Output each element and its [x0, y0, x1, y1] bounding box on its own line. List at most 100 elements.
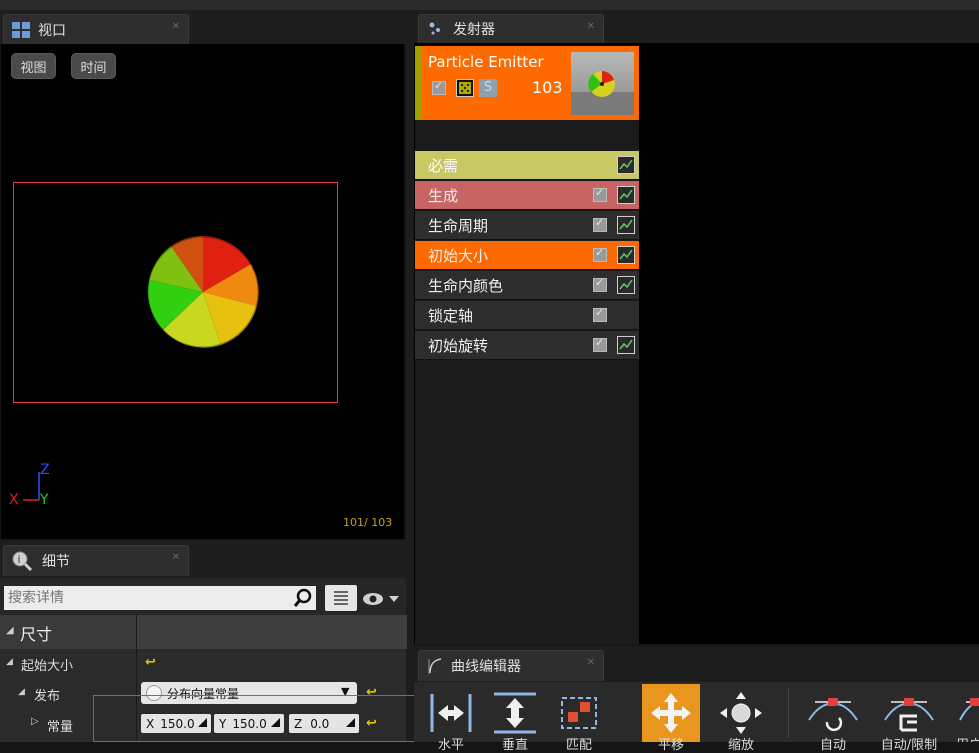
- expand-arrow-icon[interactable]: ▷: [31, 716, 39, 727]
- curve-graph-icon[interactable]: [617, 336, 635, 354]
- emitter-name: Particle Emitter: [428, 53, 544, 71]
- grid-view-button[interactable]: [325, 585, 357, 611]
- highlight-box: [93, 695, 418, 742]
- constant-label: 常量: [47, 720, 74, 735]
- pan-label: 平移: [657, 738, 684, 753]
- fit-label: 匹配: [565, 738, 592, 753]
- emitter-icon: [427, 21, 443, 37]
- fit-vertical-icon: [494, 692, 536, 734]
- particle-count: 101/ 103: [343, 516, 393, 529]
- fit-vertical-label: 垂直: [501, 738, 528, 753]
- emitter-side-bar: [415, 46, 421, 120]
- zoom-label: 缩放: [727, 738, 754, 753]
- close-icon[interactable]: ✕: [172, 21, 180, 32]
- module-label: 生命周期: [428, 216, 489, 235]
- module-row-initial-size[interactable]: 初始大小: [415, 241, 639, 270]
- splitter[interactable]: [406, 10, 414, 742]
- emitter-thumbnail: [571, 52, 634, 115]
- module-enabled-checkbox[interactable]: [593, 336, 607, 352]
- module-label: 锁定轴: [428, 306, 474, 325]
- auto-clamped-tangent-icon: [884, 698, 934, 732]
- collapse-arrow-icon[interactable]: ◢: [18, 687, 25, 697]
- viewport-icon: [12, 21, 30, 38]
- time-button[interactable]: 时间: [71, 53, 116, 79]
- view-button[interactable]: 视图: [11, 53, 56, 79]
- collapse-arrow-icon[interactable]: ◢: [6, 657, 13, 667]
- emitter-header[interactable]: Particle Emitter S 103: [415, 46, 639, 120]
- module-row-lifetime[interactable]: 生命周期: [415, 211, 639, 240]
- curve-graph-icon[interactable]: [617, 186, 635, 204]
- user-tangent-label: 用户: [956, 734, 979, 742]
- zoom-button[interactable]: 缩放: [712, 684, 770, 753]
- fit-horizontal-icon: [430, 694, 472, 732]
- module-enabled-checkbox[interactable]: [593, 306, 607, 322]
- module-enabled-checkbox[interactable]: [593, 276, 607, 292]
- fit-vertical-button[interactable]: 垂直: [486, 684, 544, 753]
- curve-graph-icon[interactable]: [617, 216, 635, 234]
- pan-icon: [651, 693, 691, 733]
- fit-horizontal-label: 水平: [437, 738, 464, 753]
- axis-z-label: Z: [40, 462, 50, 478]
- module-label: 生命内颜色: [428, 276, 504, 295]
- module-enabled-checkbox[interactable]: [593, 186, 607, 202]
- tab-viewport-label: 视口: [38, 22, 66, 39]
- curve-graph-icon[interactable]: [617, 156, 635, 174]
- tab-details-label: 细节: [42, 554, 70, 570]
- tab-emitters[interactable]: 发射器 ✕: [418, 14, 604, 43]
- axis-x-label: X: [9, 492, 19, 508]
- svg-text:i: i: [18, 553, 21, 566]
- user-tangent-button[interactable]: 用户: [956, 684, 979, 742]
- render-mode-icon[interactable]: [456, 79, 474, 97]
- curve-graph-icon[interactable]: [617, 246, 635, 264]
- user-tangent-icon: [959, 698, 979, 721]
- fit-button[interactable]: 匹配: [550, 684, 608, 753]
- category-title: 尺寸: [20, 625, 53, 644]
- particle-sprite: [145, 234, 261, 350]
- module-row-required[interactable]: 必需: [415, 151, 639, 180]
- close-icon[interactable]: ✕: [587, 21, 595, 32]
- tab-viewport[interactable]: 视口 ✕: [3, 14, 189, 44]
- reset-default-icon[interactable]: ↩: [145, 655, 156, 670]
- tab-emitters-label: 发射器: [453, 22, 495, 38]
- module-row-initial-rotation[interactable]: 初始旋转: [415, 331, 639, 360]
- module-label: 初始旋转: [428, 336, 489, 355]
- pan-button[interactable]: 平移: [642, 684, 700, 753]
- module-row-color-over-life[interactable]: 生命内颜色: [415, 271, 639, 300]
- collapse-arrow-icon[interactable]: ◢: [6, 625, 14, 636]
- emitter-enabled-checkbox[interactable]: [432, 79, 446, 95]
- category-value-column: [136, 615, 407, 649]
- auto-tangent-label: 自动: [819, 738, 846, 753]
- search-input[interactable]: [4, 586, 316, 610]
- tab-curve-editor-label: 曲线编辑器: [451, 659, 521, 675]
- module-enabled-checkbox[interactable]: [593, 246, 607, 262]
- tab-curve-editor[interactable]: 曲线编辑器 ✕: [418, 650, 604, 681]
- tab-details[interactable]: i 细节 ✕: [3, 545, 189, 576]
- module-enabled-checkbox[interactable]: [593, 216, 607, 232]
- eye-icon[interactable]: [362, 590, 402, 612]
- distribution-label: 发布: [34, 689, 61, 704]
- start-size-label: 起始大小: [21, 659, 74, 674]
- fit-icon: [561, 697, 597, 729]
- module-label: 必需: [428, 156, 459, 175]
- auto-clamped-tangent-label: 自动/限制: [880, 738, 938, 753]
- module-row-lock-axis[interactable]: 锁定轴: [415, 301, 639, 330]
- module-label: 生成: [428, 186, 459, 205]
- toolbar-separator: [788, 688, 789, 738]
- close-icon[interactable]: ✕: [587, 657, 595, 668]
- axis-y-label: Y: [40, 492, 49, 508]
- search-icon[interactable]: [292, 587, 314, 613]
- auto-tangent-button[interactable]: 自动: [804, 684, 862, 753]
- curve-graph-icon[interactable]: [617, 276, 635, 294]
- module-label: 初始大小: [428, 246, 489, 265]
- close-icon[interactable]: ✕: [172, 552, 180, 563]
- solo-button[interactable]: S: [479, 79, 497, 97]
- fit-horizontal-button[interactable]: 水平: [422, 684, 480, 753]
- curve-icon: [427, 657, 443, 675]
- auto-tangent-icon: [808, 698, 858, 732]
- auto-clamped-tangent-button[interactable]: 自动/限制: [880, 684, 938, 753]
- viewport-canvas[interactable]: 视图 时间 Z X Y 101/ 103: [1, 44, 404, 539]
- module-row-spawn[interactable]: 生成: [415, 181, 639, 210]
- magnifier-info-icon: i: [12, 551, 33, 572]
- zoom-icon: [720, 692, 762, 734]
- grid-icon: [334, 591, 348, 605]
